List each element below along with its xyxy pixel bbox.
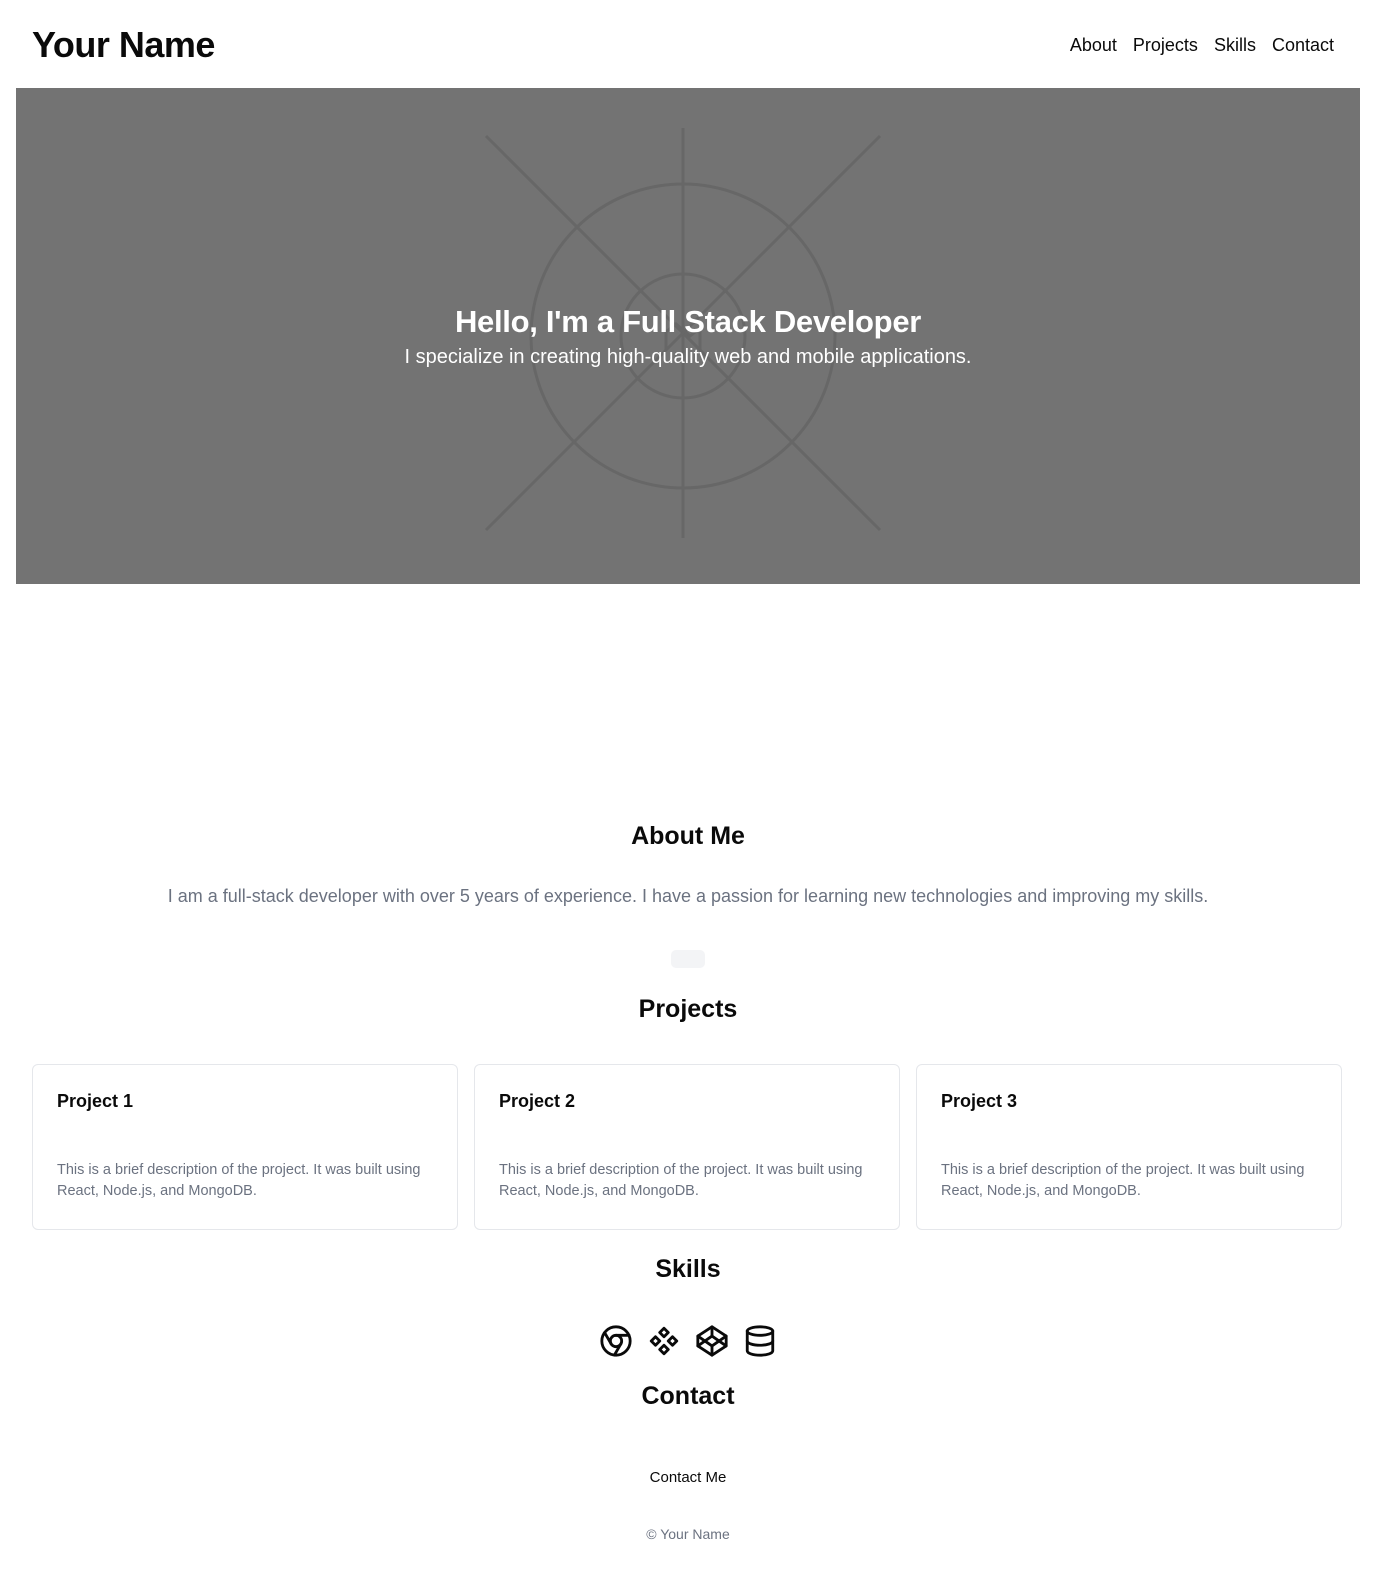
hero-title: Hello, I'm a Full Stack Developer: [454, 303, 922, 339]
project-card[interactable]: Project 3 This is a brief description of…: [916, 1064, 1342, 1230]
nav-link-contact[interactable]: Contact: [1272, 35, 1334, 56]
project-description: This is a brief description of the proje…: [499, 1162, 863, 1199]
nav-link-projects[interactable]: Projects: [1133, 35, 1198, 56]
main-nav: About Projects Skills Contact: [1070, 35, 1334, 56]
project-description: This is a brief description of the proje…: [941, 1162, 1305, 1199]
hero-content: Hello, I'm a Full Stack Developer I spec…: [16, 88, 1360, 584]
database-icon: [745, 1325, 775, 1357]
divider-pill: [671, 950, 705, 968]
site-logo[interactable]: Your Name: [32, 24, 215, 66]
project-title: Project 1: [57, 1091, 134, 1111]
about-text: I am a full-stack developer with over 5 …: [167, 886, 1209, 906]
project-description: This is a brief description of the proje…: [57, 1162, 421, 1199]
skills-title: Skills: [655, 1255, 721, 1283]
project-card[interactable]: Project 1 This is a brief description of…: [32, 1064, 458, 1230]
projects-title: Projects: [638, 995, 738, 1023]
project-card[interactable]: Project 2 This is a brief description of…: [474, 1064, 900, 1230]
site-footer: © Your Name: [646, 1526, 730, 1542]
chrome-icon: [600, 1325, 632, 1357]
hero-section: Hello, I'm a Full Stack Developer I spec…: [16, 88, 1360, 584]
contact-title: Contact: [641, 1382, 735, 1410]
codepen-icon: [696, 1325, 728, 1357]
project-title: Project 2: [499, 1091, 576, 1111]
figma-icon: [649, 1326, 679, 1356]
nav-link-skills[interactable]: Skills: [1214, 35, 1256, 56]
nav-link-about[interactable]: About: [1070, 35, 1117, 56]
skills-list: [0, 1324, 1376, 1358]
project-title: Project 3: [941, 1091, 1018, 1111]
projects-grid: Project 1 This is a brief description of…: [32, 1064, 1344, 1230]
about-title: About Me: [631, 822, 745, 850]
hero-subtitle: I specialize in creating high-quality we…: [404, 345, 972, 368]
contact-me-button[interactable]: Contact Me: [618, 1460, 758, 1494]
site-header: Your Name About Projects Skills Contact: [0, 0, 1376, 88]
